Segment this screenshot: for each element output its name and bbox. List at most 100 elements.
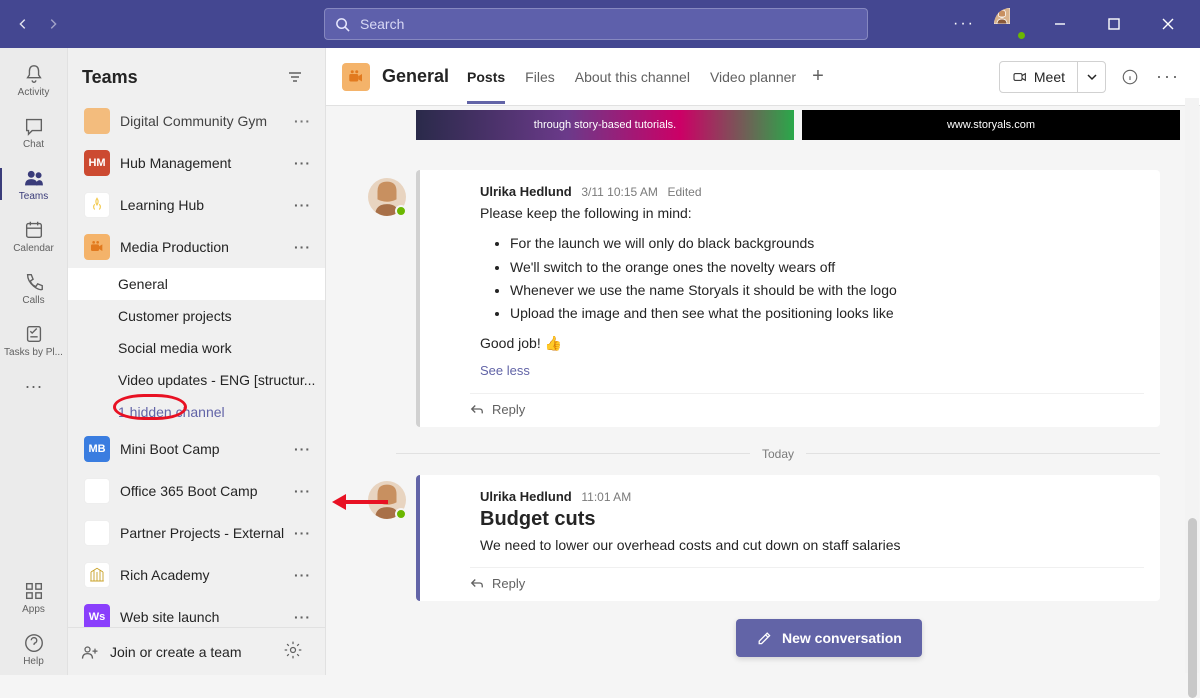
- team-item[interactable]: HM Hub Management ···: [68, 142, 325, 184]
- channel-header: General Posts Files About this channel V…: [326, 48, 1200, 106]
- team-item[interactable]: Partner Projects - External ···: [68, 512, 325, 554]
- rail-calls[interactable]: Calls: [0, 262, 67, 314]
- search-input[interactable]: [358, 15, 857, 33]
- team-name: Mini Boot Camp: [120, 441, 288, 457]
- rail-label: Chat: [23, 139, 44, 150]
- team-avatar: Ws: [84, 604, 110, 627]
- teams-panel: Teams Digital Community Gym ··· HM Hub M…: [68, 48, 326, 675]
- search-box[interactable]: [324, 8, 868, 40]
- join-create-link[interactable]: Join or create a team: [110, 644, 283, 660]
- tab-video[interactable]: Video planner: [710, 50, 796, 104]
- message-avatar[interactable]: [368, 481, 406, 519]
- team-more-button[interactable]: ···: [288, 483, 317, 499]
- rail-calendar[interactable]: Calendar: [0, 210, 67, 262]
- team-avatar: HM: [84, 150, 110, 176]
- add-tab-button[interactable]: +: [812, 65, 824, 88]
- rail-apps[interactable]: Apps: [0, 571, 67, 623]
- bullet: Whenever we use the name Storyals it sho…: [510, 280, 1144, 300]
- message-title: Budget cuts: [480, 508, 1144, 531]
- filter-button[interactable]: [281, 63, 309, 91]
- app-rail: Activity Chat Teams Calendar Calls Tasks…: [0, 48, 68, 675]
- team-avatar: [84, 234, 110, 260]
- team-more-button[interactable]: ···: [288, 441, 317, 457]
- rail-teams[interactable]: Teams: [0, 158, 67, 210]
- author-name[interactable]: Ulrika Hedlund: [480, 489, 572, 504]
- minimize-button[interactable]: [1040, 8, 1080, 40]
- team-item[interactable]: MB Mini Boot Camp ···: [68, 428, 325, 470]
- panel-footer: Join or create a team: [68, 627, 325, 675]
- channel-item[interactable]: Customer projects: [68, 300, 325, 332]
- tab-posts[interactable]: Posts: [467, 50, 505, 104]
- team-item[interactable]: Ws Web site launch ···: [68, 596, 325, 627]
- team-name: Rich Academy: [120, 567, 288, 583]
- bullet: For the launch we will only do black bac…: [510, 233, 1144, 253]
- scrollbar-thumb[interactable]: [1188, 518, 1197, 698]
- teams-list: Digital Community Gym ··· HM Hub Managem…: [68, 106, 325, 627]
- team-avatar: [84, 520, 110, 546]
- team-item-media[interactable]: Media Production ···: [68, 226, 325, 268]
- team-item[interactable]: Digital Community Gym ···: [68, 106, 325, 142]
- reply-button[interactable]: Reply: [470, 393, 1144, 417]
- join-team-icon: [80, 642, 100, 662]
- media-banner: through story-based tutorials. www.story…: [416, 106, 1180, 140]
- bullet: Upload the image and then see what the p…: [510, 303, 1144, 323]
- reply-icon: [470, 576, 484, 590]
- message-avatar[interactable]: [368, 178, 406, 216]
- channel-info-button[interactable]: [1116, 63, 1144, 91]
- back-button[interactable]: [11, 12, 35, 36]
- team-name: Web site launch: [120, 609, 288, 625]
- tab-about[interactable]: About this channel: [575, 50, 690, 104]
- team-item[interactable]: Learning Hub ···: [68, 184, 325, 226]
- channel-more-button[interactable]: ···: [1154, 63, 1182, 91]
- team-name: Hub Management: [120, 155, 288, 171]
- day-divider: Today: [396, 447, 1160, 461]
- reply-button[interactable]: Reply: [470, 567, 1144, 591]
- rail-more[interactable]: ···: [0, 366, 67, 406]
- channel-item[interactable]: Video updates - ENG [structur...: [68, 364, 325, 396]
- channel-item[interactable]: Social media work: [68, 332, 325, 364]
- new-conversation-button[interactable]: New conversation: [736, 619, 922, 657]
- see-less-link[interactable]: See less: [480, 362, 530, 381]
- bullet: We'll switch to the orange ones the nove…: [510, 257, 1144, 277]
- timestamp: 3/11 10:15 AM: [581, 185, 658, 199]
- team-more-button[interactable]: ···: [288, 113, 317, 129]
- team-item[interactable]: Rich Academy ···: [68, 554, 325, 596]
- channel-general[interactable]: General: [68, 268, 325, 300]
- hidden-channel-link[interactable]: 1 hidden channel: [68, 396, 325, 428]
- team-more-button[interactable]: ···: [288, 155, 317, 171]
- apps-icon: [23, 580, 45, 602]
- team-name: Digital Community Gym: [120, 113, 288, 129]
- team-more-button[interactable]: ···: [288, 567, 317, 583]
- message-text: Good job! 👍: [480, 333, 1144, 353]
- team-more-button[interactable]: ···: [288, 525, 317, 541]
- panel-title: Teams: [82, 67, 281, 88]
- rail-chat[interactable]: Chat: [0, 106, 67, 158]
- close-button[interactable]: [1148, 8, 1188, 40]
- meet-button[interactable]: Meet: [999, 61, 1106, 93]
- team-more-button[interactable]: ···: [288, 609, 317, 625]
- settings-button[interactable]: [283, 640, 313, 663]
- posts-region: through story-based tutorials. www.story…: [326, 106, 1200, 675]
- banner-right: www.storyals.com: [802, 110, 1180, 140]
- message: Ulrika Hedlund 3/11 10:15 AM Edited Plea…: [416, 170, 1160, 427]
- maximize-button[interactable]: [1094, 8, 1134, 40]
- rail-help[interactable]: Help: [0, 623, 67, 675]
- rail-label: Calendar: [13, 243, 54, 254]
- presence-indicator: [395, 508, 407, 520]
- team-name: Partner Projects - External: [120, 525, 288, 541]
- team-more-button[interactable]: ···: [288, 197, 317, 213]
- forward-button[interactable]: [41, 12, 65, 36]
- rail-activity[interactable]: Activity: [0, 54, 67, 106]
- rail-label: Tasks by Pl...: [4, 347, 63, 358]
- more-options-button[interactable]: ···: [948, 8, 980, 40]
- scrollbar[interactable]: [1185, 98, 1199, 673]
- meet-dropdown[interactable]: [1077, 62, 1105, 92]
- profile-avatar[interactable]: [994, 8, 1026, 40]
- author-name[interactable]: Ulrika Hedlund: [480, 184, 572, 199]
- tab-files[interactable]: Files: [525, 50, 555, 104]
- team-more-button[interactable]: ···: [288, 239, 317, 255]
- rail-tasks[interactable]: Tasks by Pl...: [0, 314, 67, 366]
- message-text: We need to lower our overhead costs and …: [480, 535, 1144, 555]
- video-icon: [1012, 69, 1028, 85]
- team-item[interactable]: Office 365 Boot Camp ···: [68, 470, 325, 512]
